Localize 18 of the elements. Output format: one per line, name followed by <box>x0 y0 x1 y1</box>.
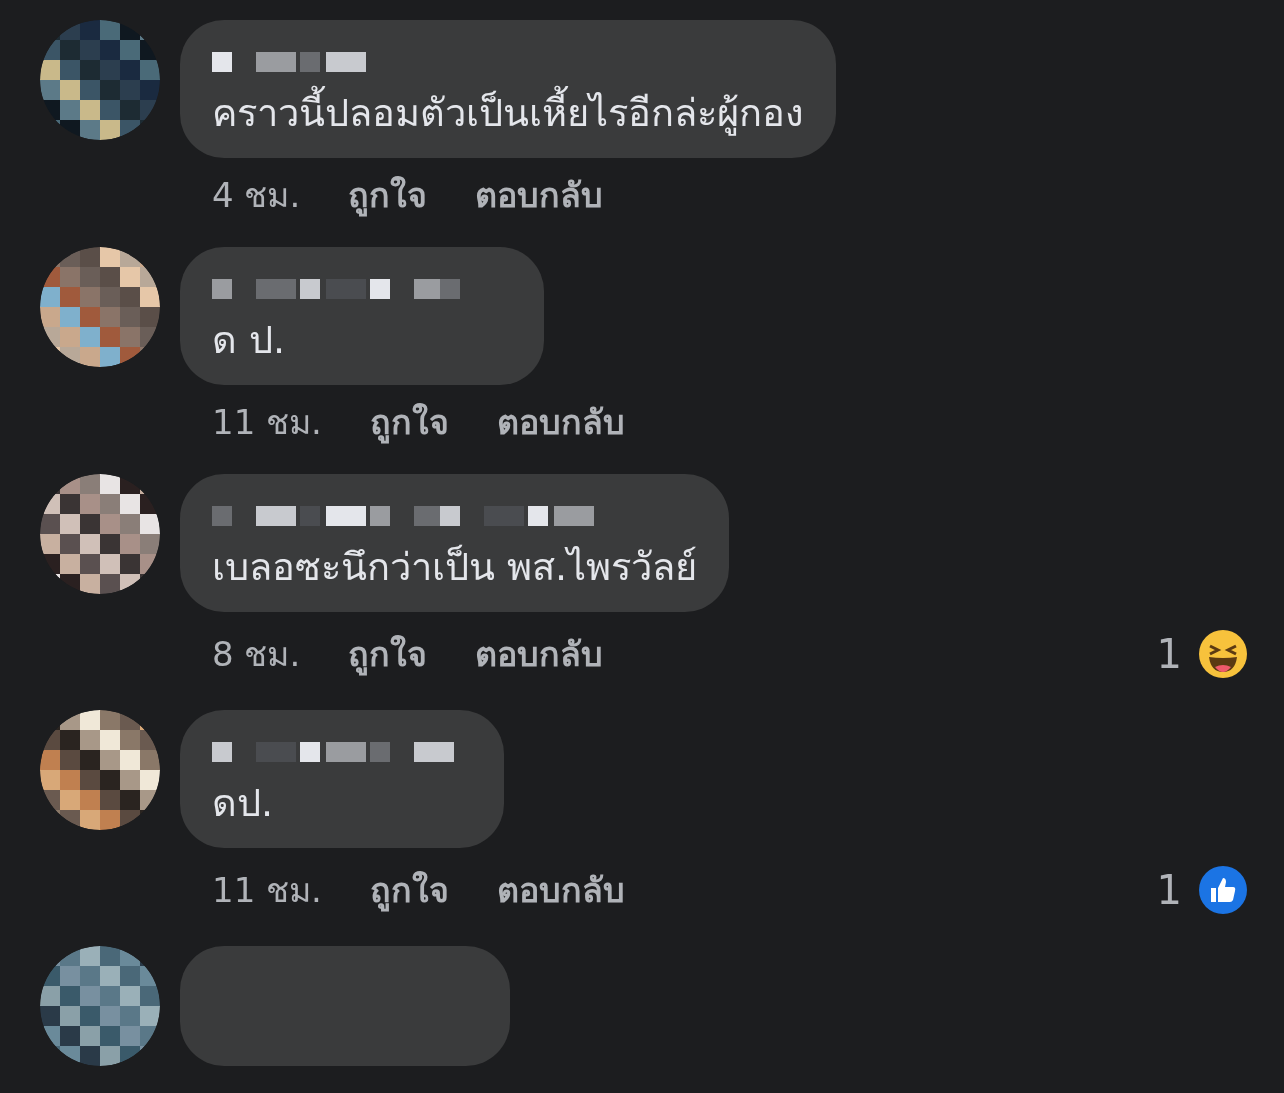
comment-text: คราวนี้ปลอมตัวเป็นเหี้ยไรอีกล่ะผู้กอง <box>212 84 804 142</box>
reply-link[interactable]: ตอบกลับ <box>496 397 625 448</box>
reaction-count: 1 <box>1156 630 1182 679</box>
reply-link[interactable]: ตอบกลับ <box>496 864 625 916</box>
reaction-count: 1 <box>1156 866 1182 915</box>
reply-link[interactable]: ตอบกลับ <box>475 170 604 221</box>
like-link[interactable]: ถูกใจ <box>348 170 428 221</box>
comment-time: 11 ชม. <box>212 868 322 912</box>
comment-text: ด ป. <box>212 317 287 364</box>
comment-time: 4 ชม. <box>212 174 301 217</box>
comment-text: เบลอซะนึกว่าเป็น พส.ไพรวัลย์ <box>212 543 698 591</box>
comment-time: 11 ชม. <box>212 401 322 444</box>
like-link[interactable]: ถูกใจ <box>348 628 428 680</box>
comment-text: ดป. <box>212 780 275 827</box>
reply-link[interactable]: ตอบกลับ <box>475 628 604 680</box>
comment-time: 8 ชม. <box>212 632 301 676</box>
like-link[interactable]: ถูกใจ <box>369 397 449 448</box>
like-link[interactable]: ถูกใจ <box>369 864 449 916</box>
